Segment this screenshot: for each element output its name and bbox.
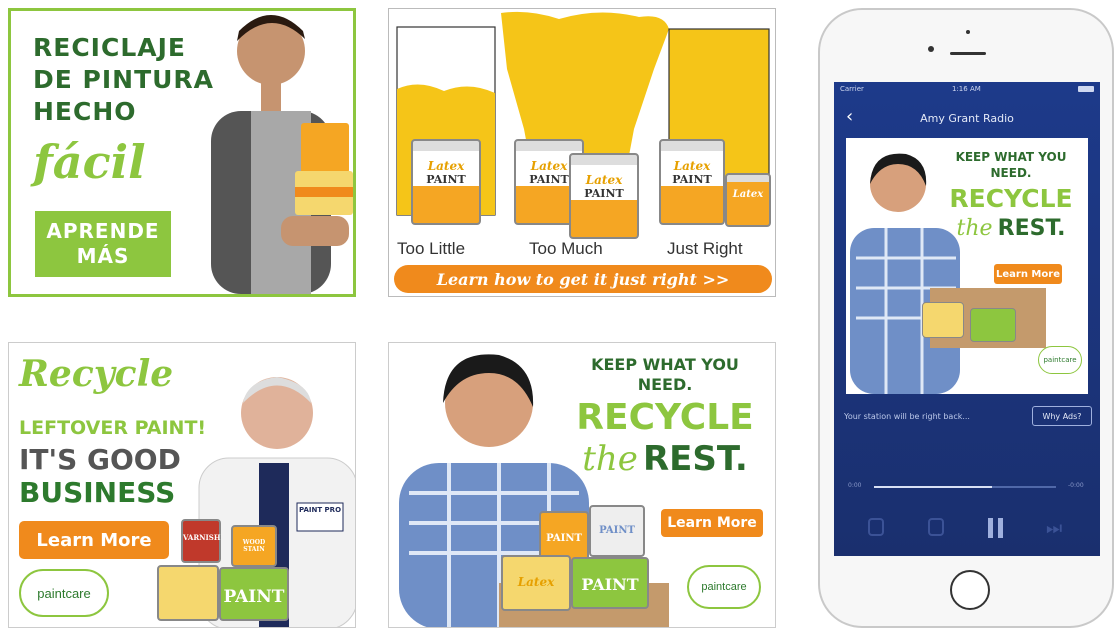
paintcare-logo-text: paintcare [37, 585, 91, 601]
paint-can: Latex PAINT [411, 139, 481, 225]
paint-can-small: Latex [725, 173, 771, 227]
phone-screen: Carrier 1:16 AM ‹ Amy Grant Radio KEEP W… [834, 82, 1100, 556]
learn-more-button[interactable]: Learn More [994, 264, 1062, 284]
headline-line3: RECYCLE [576, 397, 754, 438]
jacket-patch-label: PAINT PRO [298, 506, 342, 514]
home-button[interactable] [950, 570, 990, 610]
headline-line4: the REST. [559, 439, 771, 479]
ad-spanish-recycling[interactable]: RECICLAJE DE PINTURA HECHO fácil APRENDE… [8, 8, 356, 297]
man-holding-paint-photo [211, 15, 353, 294]
thumbs-down-icon[interactable] [868, 518, 884, 536]
time-remaining: -0:00 [1068, 482, 1084, 489]
paintcare-logo-text: paintcare [1043, 356, 1077, 364]
paint-can [157, 565, 219, 621]
learn-more-button[interactable]: Learn More [19, 521, 169, 559]
iphone-mockup: Carrier 1:16 AM ‹ Amy Grant Radio KEEP W… [818, 8, 1114, 628]
headline-script: Recycle [19, 353, 174, 395]
label-too-much: Too Much [529, 239, 603, 258]
paintcare-logo-text: paintcare [701, 581, 747, 593]
paint-can-green: PAINT [571, 557, 649, 609]
headline-script: fácil [33, 135, 146, 189]
paint-can-green: PAINT [219, 567, 289, 621]
headline-line2: NEED. [990, 166, 1032, 180]
time-elapsed: 0:00 [848, 482, 862, 489]
label-just-right: Just Right [667, 239, 743, 258]
skip-icon[interactable]: ⏭ [1046, 518, 1062, 539]
paint-can [970, 308, 1016, 342]
phone-speaker [950, 52, 986, 55]
headline-line2: NEED. [637, 375, 693, 394]
progress-track[interactable] [874, 486, 1056, 488]
paint-can [922, 302, 964, 338]
paint-can-latex: Latex [501, 555, 571, 611]
paintcare-logo: paintcare [687, 565, 761, 609]
station-message: Your station will be right back... [844, 412, 970, 421]
ad-keep-what-you-need[interactable]: PAINT PAINT Latex PAINT KEEP WHAT YOU NE… [388, 342, 776, 628]
learn-more-button[interactable]: Learn More [661, 509, 763, 537]
wood-stain-can: WOOD STAIN [231, 525, 277, 567]
battery-icon [1078, 86, 1094, 92]
headline-line2: DE PINTURA [33, 65, 215, 94]
label-too-little: Too Little [397, 239, 466, 258]
paint-can: Latex PAINT [659, 139, 725, 225]
headline-line4: the REST. [936, 216, 1086, 241]
paint-can-white: PAINT [589, 505, 645, 557]
headline-line2: IT'S GOOD [19, 443, 181, 476]
headline-line3: BUSINESS [19, 476, 176, 509]
station-title: Amy Grant Radio [920, 112, 1014, 125]
headline-rest: REST. [997, 216, 1066, 241]
learn-how-button[interactable]: Learn how to get it just right >> [394, 265, 772, 293]
ad-paint-quantity[interactable]: Latex PAINT Latex PAINT Latex PAINT Late… [388, 8, 776, 297]
ad-recycle-business[interactable]: Recycle LEFTOVER PAINT! IT'S GOOD BUSINE… [8, 342, 356, 628]
headline-line1: RECICLAJE [33, 33, 186, 62]
varnish-can: VARNISH [181, 519, 221, 563]
pause-icon[interactable] [988, 518, 1006, 538]
status-carrier: Carrier [840, 85, 864, 93]
in-app-ad[interactable]: KEEP WHAT YOU NEED. RECYCLE the REST. Le… [846, 138, 1088, 394]
paintcare-logo: paintcare [19, 569, 109, 617]
headline-script: the [582, 439, 638, 479]
paint-can: Latex PAINT [569, 153, 639, 239]
why-ads-button[interactable]: Why Ads? [1032, 406, 1092, 426]
headline-script: the [956, 216, 993, 241]
headline-line3: HECHO [33, 97, 137, 126]
thumbs-up-icon[interactable] [928, 518, 944, 536]
learn-more-button[interactable]: APRENDE MÁS [35, 211, 171, 277]
phone-camera [928, 46, 934, 52]
paintcare-logo: paintcare [1038, 346, 1082, 374]
headline-line1: KEEP WHAT YOU [591, 355, 739, 374]
status-time: 1:16 AM [952, 85, 981, 93]
phone-top-dot [966, 30, 970, 34]
headline-rest: REST. [642, 439, 748, 479]
headline-line3: RECYCLE [949, 184, 1073, 213]
button-line2: MÁS [76, 244, 130, 268]
button-line1: APRENDE [46, 219, 160, 243]
headline-line1: KEEP WHAT YOU [955, 150, 1067, 164]
progress-fill [874, 486, 993, 488]
